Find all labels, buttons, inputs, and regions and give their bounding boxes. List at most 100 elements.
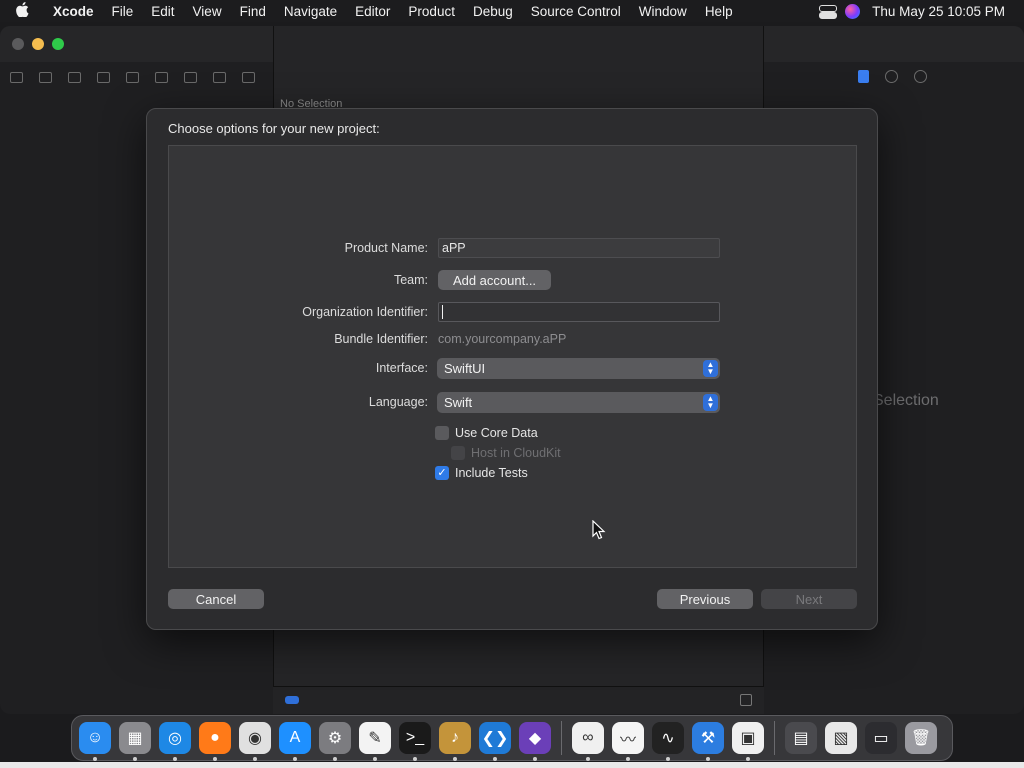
product-name-field[interactable] [438,238,720,258]
menu-debug[interactable]: Debug [464,4,522,19]
bundle-identifier-label: Bundle Identifier: [334,332,428,346]
report-icon[interactable] [242,71,255,83]
debug-icon[interactable] [184,71,197,83]
history-icon[interactable] [885,70,898,83]
running-indicator [453,757,457,761]
running-indicator [373,757,377,761]
menu-help[interactable]: Help [696,4,742,19]
menu-file[interactable]: File [103,4,143,19]
vscode-icon[interactable]: ❮❯ [479,722,511,761]
system-settings-icon[interactable]: ⚙ [319,722,351,761]
control-center-icon[interactable] [819,5,838,19]
breakpoint-icon[interactable] [213,71,226,83]
product-name-row: Product Name: [169,238,858,260]
product-name-label: Product Name: [344,241,428,255]
menu-product[interactable]: Product [399,4,464,19]
recent-window-icon-2[interactable]: ▧ [825,722,857,754]
new-project-dialog: Choose options for your new project: Pro… [146,108,878,630]
running-indicator [253,757,257,761]
chrome-icon[interactable]: ◉ [239,722,271,761]
cancel-button[interactable]: Cancel [168,589,264,609]
menu-view[interactable]: View [184,4,231,19]
menu-app-name[interactable]: Xcode [44,4,103,19]
include-tests-label: Include Tests [455,466,528,480]
hierarchy-icon[interactable] [68,71,81,83]
dialog-title: Choose options for your new project: [168,121,380,136]
org-identifier-field[interactable] [438,302,720,322]
running-indicator [706,757,710,761]
filter-icon[interactable] [285,696,299,704]
language-popup[interactable]: Swift ▲ ▼ [437,392,720,413]
use-core-data-checkbox[interactable] [435,426,449,440]
running-indicator [293,757,297,761]
menu-find[interactable]: Find [231,4,275,19]
toggle-panel-icon[interactable] [740,694,752,706]
dock-dev-apps: ∞ 〰 ∿ ⚒ ▣ [572,722,764,761]
running-indicator [413,757,417,761]
dock-separator [774,721,775,755]
file-inspector-icon[interactable] [858,70,869,83]
menu-navigate[interactable]: Navigate [275,4,346,19]
include-tests-checkbox[interactable]: ✓ [435,466,449,480]
recent-window-icon-1[interactable]: ▤ [785,722,817,754]
interface-popup[interactable]: SwiftUI ▲ ▼ [437,358,720,379]
running-indicator [493,757,497,761]
help-icon[interactable] [914,70,927,83]
running-indicator [333,757,337,761]
app-store-icon[interactable]: A [279,722,311,761]
test-icon[interactable] [155,71,168,83]
close-window-button[interactable] [12,38,24,50]
search-icon[interactable] [97,71,110,83]
source-control-icon[interactable] [39,71,52,83]
running-indicator [173,757,177,761]
screen: Xcode File Edit View Find Navigate Edito… [0,0,1024,768]
menu-source-control[interactable]: Source Control [522,4,630,19]
dock-recent: ▤ ▧ ▭ 🗑 [785,722,937,754]
menu-edit[interactable]: Edit [142,4,183,19]
firefox-icon[interactable]: ● [199,722,231,761]
finder-icon[interactable]: ☺ [79,722,111,761]
interface-value: SwiftUI [444,361,486,376]
host-in-cloudkit-row: Host in CloudKit [451,445,561,461]
recent-window-icon-3[interactable]: ▭ [865,722,897,754]
org-identifier-label: Organization Identifier: [302,305,428,319]
add-account-button[interactable]: Add account... [438,270,551,290]
terminal-icon[interactable]: >_ [399,722,431,761]
include-tests-row[interactable]: ✓ Include Tests [435,465,528,481]
menu-editor[interactable]: Editor [346,4,399,19]
network-tool-icon[interactable]: ∞ [572,722,604,761]
chevron-updown-icon: ▲ ▼ [703,394,718,411]
visual-studio-icon[interactable]: ◆ [519,722,551,761]
next-button[interactable]: Next [761,589,857,609]
language-label: Language: [368,395,428,409]
menu-clock[interactable]: Thu May 25 10:05 PM [860,4,1024,19]
instruments-icon[interactable]: ♪ [439,722,471,761]
inspector-no-selection-label: Selection [873,392,939,409]
use-core-data-label: Use Core Data [455,426,538,440]
launchpad-icon[interactable]: ▦ [119,722,151,761]
interface-label: Interface: [375,361,428,375]
running-indicator [746,757,750,761]
menu-window[interactable]: Window [630,4,696,19]
warning-icon[interactable] [126,71,139,83]
zoom-window-button[interactable] [52,38,64,50]
trash-icon[interactable]: 🗑 [905,722,937,754]
use-core-data-row[interactable]: Use Core Data [435,425,538,441]
options-panel: Product Name: Team: Add account... Organ… [168,145,857,568]
minimize-window-button[interactable] [32,38,44,50]
running-indicator [666,757,670,761]
running-indicator [626,757,630,761]
apple-menu-icon[interactable] [0,1,44,21]
xcode-icon[interactable]: ⚒ [692,722,724,761]
team-label: Team: [393,273,428,287]
simulator-icon[interactable]: ▣ [732,722,764,761]
activity-monitor-icon[interactable]: ∿ [652,722,684,761]
previous-button[interactable]: Previous [657,589,753,609]
safari-icon[interactable]: ◎ [159,722,191,761]
freeform-icon[interactable]: 〰 [612,722,644,761]
textedit-icon[interactable]: ✎ [359,722,391,761]
folder-icon[interactable] [10,71,23,83]
siri-icon[interactable] [845,3,861,19]
interface-row: Interface: SwiftUI ▲ ▼ [169,358,858,380]
host-in-cloudkit-label: Host in CloudKit [471,446,561,460]
